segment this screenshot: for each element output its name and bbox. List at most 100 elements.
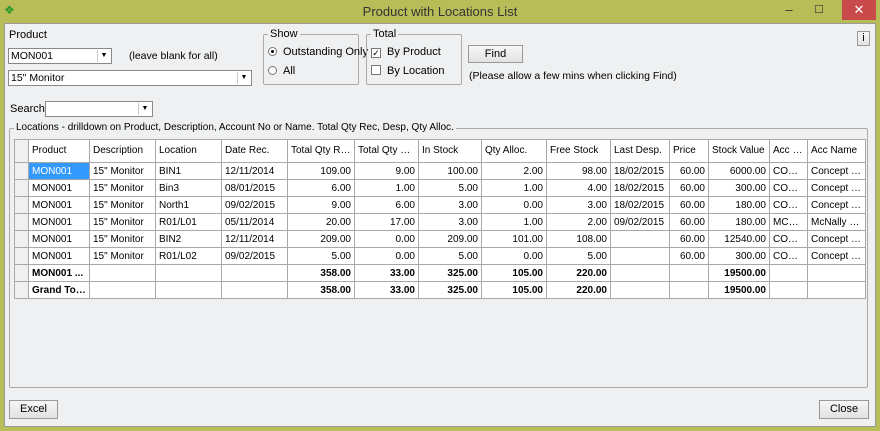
cell-acc-name[interactable]: [807, 281, 866, 299]
cell-description[interactable]: 15" Monitor: [89, 179, 156, 197]
cell-total-qty-desp[interactable]: 9.00: [354, 162, 419, 180]
cell-total-qty-desp[interactable]: 17.00: [354, 213, 419, 231]
cell-free-stock[interactable]: 220.00: [546, 281, 611, 299]
column-header-acc-name[interactable]: Acc Name: [807, 139, 866, 163]
radio-outstanding-only[interactable]: Outstanding Only: [268, 46, 368, 58]
cell-total-qty-rec[interactable]: 6.00: [287, 179, 355, 197]
cell-qty-alloc[interactable]: 1.00: [481, 179, 547, 197]
table-row[interactable]: MON001 15" Monitor North1 09/02/2015 9.00 6.0…: [14, 196, 866, 214]
cell-description[interactable]: 15" Monitor: [89, 213, 156, 231]
checkbox-by-location[interactable]: By Location: [371, 65, 444, 77]
cell-acc-name[interactable]: Concept Su...: [807, 247, 866, 265]
cell-last-desp[interactable]: 18/02/2015: [610, 196, 670, 214]
cell-acc-ref[interactable]: CON001: [769, 247, 808, 265]
cell-acc-ref[interactable]: MCN001: [769, 213, 808, 231]
cell-stock-value[interactable]: 300.00: [708, 247, 770, 265]
cell-acc-name[interactable]: Concept Su...: [807, 196, 866, 214]
cell-description[interactable]: [89, 264, 156, 282]
product-combo[interactable]: MON001 ▼: [8, 48, 112, 64]
cell-product[interactable]: MON001: [28, 230, 90, 248]
cell-last-desp[interactable]: 18/02/2015: [610, 162, 670, 180]
column-header-price[interactable]: Price: [669, 139, 709, 163]
cell-last-desp[interactable]: 18/02/2015: [610, 179, 670, 197]
cell-stock-value[interactable]: 19500.00: [708, 281, 770, 299]
cell-location[interactable]: R01/L01: [155, 213, 222, 231]
excel-button[interactable]: Excel: [9, 400, 58, 419]
cell-in-stock[interactable]: 5.00: [418, 179, 482, 197]
cell-total-qty-rec[interactable]: 9.00: [287, 196, 355, 214]
total-row[interactable]: MON001 ... 358.00 33.00 325.00 105.00 220.00 1…: [14, 264, 866, 282]
column-header-qty-alloc[interactable]: Qty Alloc.: [481, 139, 547, 163]
cell-acc-ref[interactable]: [769, 281, 808, 299]
chevron-down-icon[interactable]: ▼: [97, 50, 110, 62]
row-selector[interactable]: [14, 281, 29, 299]
cell-stock-value[interactable]: 6000.00: [708, 162, 770, 180]
cell-description[interactable]: 15" Monitor: [89, 247, 156, 265]
cell-qty-alloc[interactable]: 0.00: [481, 247, 547, 265]
column-header-in-stock[interactable]: In Stock: [418, 139, 482, 163]
cell-in-stock[interactable]: 209.00: [418, 230, 482, 248]
column-header-acc-ref[interactable]: Acc Ref: [769, 139, 808, 163]
cell-total-qty-desp[interactable]: 33.00: [354, 281, 419, 299]
cell-date-rec[interactable]: 08/01/2015: [221, 179, 288, 197]
cell-product[interactable]: MON001 ...: [28, 264, 90, 282]
cell-acc-ref[interactable]: CON001: [769, 230, 808, 248]
cell-stock-value[interactable]: 12540.00: [708, 230, 770, 248]
cell-in-stock[interactable]: 3.00: [418, 196, 482, 214]
column-header-free-stock[interactable]: Free Stock: [546, 139, 611, 163]
cell-product[interactable]: MON001: [28, 196, 90, 214]
chevron-down-icon[interactable]: ▼: [138, 103, 151, 115]
cell-product[interactable]: Grand Total: [28, 281, 90, 299]
table-row[interactable]: MON001 15" Monitor R01/L01 05/11/2014 20.00 1…: [14, 213, 866, 231]
column-header-last-desp[interactable]: Last Desp.: [610, 139, 670, 163]
cell-price[interactable]: 60.00: [669, 247, 709, 265]
cell-stock-value[interactable]: 300.00: [708, 179, 770, 197]
column-header-product[interactable]: Product: [28, 139, 90, 163]
cell-total-qty-rec[interactable]: 20.00: [287, 213, 355, 231]
cell-location[interactable]: North1: [155, 196, 222, 214]
cell-description[interactable]: 15" Monitor: [89, 162, 156, 180]
cell-product[interactable]: MON001: [28, 162, 90, 180]
cell-acc-name[interactable]: Concept Su...: [807, 162, 866, 180]
cell-description[interactable]: 15" Monitor: [89, 230, 156, 248]
minimize-button[interactable]: ‒: [776, 0, 802, 20]
cell-total-qty-rec[interactable]: 358.00: [287, 264, 355, 282]
cell-total-qty-desp[interactable]: 33.00: [354, 264, 419, 282]
cell-price[interactable]: 60.00: [669, 230, 709, 248]
cell-free-stock[interactable]: 2.00: [546, 213, 611, 231]
cell-last-desp[interactable]: 09/02/2015: [610, 213, 670, 231]
cell-price[interactable]: 60.00: [669, 213, 709, 231]
cell-product[interactable]: MON001: [28, 247, 90, 265]
cell-free-stock[interactable]: 3.00: [546, 196, 611, 214]
cell-qty-alloc[interactable]: 101.00: [481, 230, 547, 248]
cell-last-desp[interactable]: [610, 281, 670, 299]
column-header-location[interactable]: Location: [155, 139, 222, 163]
chevron-down-icon[interactable]: ▼: [237, 72, 250, 84]
cell-location[interactable]: R01/L02: [155, 247, 222, 265]
cell-description[interactable]: 15" Monitor: [89, 196, 156, 214]
cell-price[interactable]: 60.00: [669, 162, 709, 180]
cell-date-rec[interactable]: 12/11/2014: [221, 230, 288, 248]
cell-stock-value[interactable]: 19500.00: [708, 264, 770, 282]
cell-last-desp[interactable]: [610, 247, 670, 265]
table-row[interactable]: MON001 15" Monitor Bin3 08/01/2015 6.00 1.00 5…: [14, 179, 866, 197]
cell-in-stock[interactable]: 3.00: [418, 213, 482, 231]
cell-total-qty-desp[interactable]: 0.00: [354, 247, 419, 265]
cell-date-rec[interactable]: 09/02/2015: [221, 247, 288, 265]
cell-total-qty-rec[interactable]: 358.00: [287, 281, 355, 299]
cell-location[interactable]: BIN1: [155, 162, 222, 180]
cell-in-stock[interactable]: 325.00: [418, 281, 482, 299]
maximize-button[interactable]: ☐: [804, 0, 834, 20]
cell-location[interactable]: BIN2: [155, 230, 222, 248]
column-header-description[interactable]: Description: [89, 139, 156, 163]
cell-acc-name[interactable]: Concept Su...: [807, 179, 866, 197]
cell-total-qty-desp[interactable]: 1.00: [354, 179, 419, 197]
window-close-button[interactable]: ✕: [842, 0, 876, 20]
cell-acc-name[interactable]: McNally Co...: [807, 213, 866, 231]
cell-date-rec[interactable]: 09/02/2015: [221, 196, 288, 214]
cell-total-qty-rec[interactable]: 109.00: [287, 162, 355, 180]
table-row[interactable]: MON001 15" Monitor BIN1 12/11/2014 109.00 9.0…: [14, 162, 866, 180]
cell-stock-value[interactable]: 180.00: [708, 213, 770, 231]
cell-acc-ref[interactable]: CON001: [769, 162, 808, 180]
total-row[interactable]: Grand Total 358.00 33.00 325.00 105.00 220.00…: [14, 281, 866, 299]
